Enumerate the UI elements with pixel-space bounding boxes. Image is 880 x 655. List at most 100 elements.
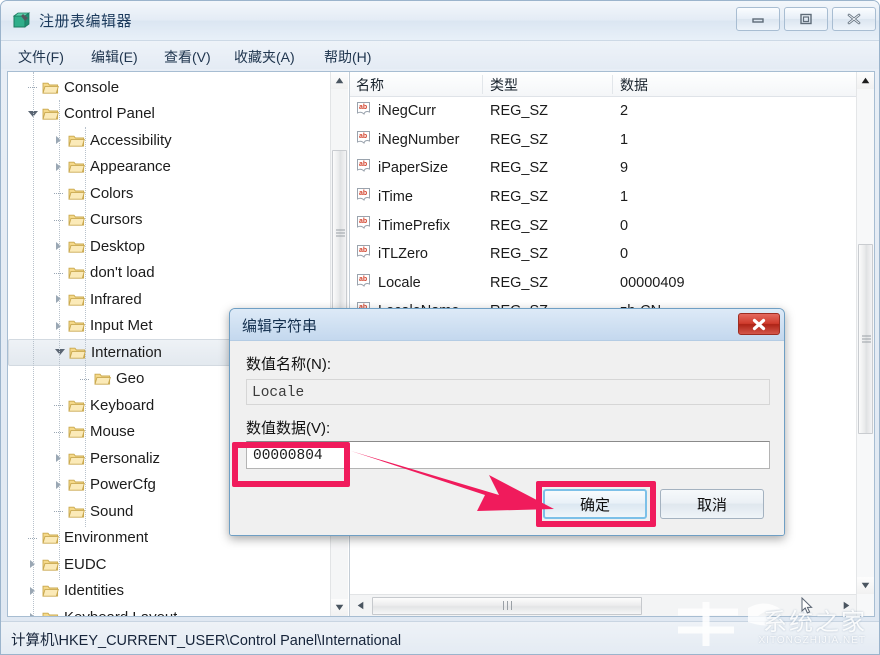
folder-icon <box>68 239 85 254</box>
tree-guide-line <box>85 127 86 527</box>
folder-icon <box>68 212 85 227</box>
cancel-button[interactable]: 取消 <box>660 489 764 519</box>
string-value-icon: ab <box>356 158 373 178</box>
folder-icon <box>68 451 85 466</box>
tree-scroll-down-button[interactable] <box>331 599 348 616</box>
tree-item-console[interactable]: Console <box>8 74 330 101</box>
close-button[interactable] <box>832 7 876 31</box>
tree-item-colors[interactable]: Colors <box>8 180 330 207</box>
column-header-type[interactable]: 类型 <box>490 75 518 95</box>
value-data-field[interactable]: 00000804 <box>246 441 770 469</box>
maximize-button[interactable] <box>784 7 828 31</box>
value-name: iNegNumber <box>378 132 459 148</box>
tree-item-cursors[interactable]: Cursors <box>8 207 330 234</box>
column-header-data[interactable]: 数据 <box>620 75 648 95</box>
menu-view[interactable]: 查看(V) <box>159 45 216 69</box>
table-row[interactable]: abiNegNumberREG_SZ1 <box>350 126 857 155</box>
scroll-grip-icon <box>862 334 871 345</box>
value-data-label: 数值数据(V): <box>246 417 330 438</box>
tree-guide-line <box>33 72 34 616</box>
value-name-field[interactable]: Locale <box>246 379 770 405</box>
folder-icon <box>42 610 59 616</box>
tree-item-label: Input Met <box>90 317 153 334</box>
collapse-arrow-icon[interactable] <box>53 345 67 359</box>
string-value-icon: ab <box>356 158 373 174</box>
value-name: iNegCurr <box>378 103 436 119</box>
registry-editor-icon <box>12 11 32 31</box>
table-row[interactable]: abLocaleREG_SZ00000409 <box>350 269 857 298</box>
dialog-title: 编辑字符串 <box>242 315 317 336</box>
list-vertical-scrollbar[interactable] <box>856 72 874 616</box>
list-horizontal-scrollbar[interactable] <box>350 594 857 616</box>
hscroll-right-button[interactable] <box>838 597 855 614</box>
scroll-grip-icon <box>501 597 513 615</box>
tree-item-appearance[interactable]: Appearance <box>8 154 330 181</box>
folder-icon <box>68 398 85 413</box>
value-data: 1 <box>620 132 628 148</box>
string-value-icon: ab <box>356 273 373 293</box>
tree-item-label: Internation <box>91 344 162 361</box>
value-name-label: 数值名称(N): <box>246 353 331 374</box>
value-name: iTLZero <box>378 246 428 262</box>
value-type: REG_SZ <box>490 103 548 119</box>
list-scroll-up-button[interactable] <box>857 72 874 89</box>
value-name: iTimePrefix <box>378 218 450 234</box>
menu-help[interactable]: 帮助(H) <box>319 45 376 69</box>
svg-text:ab: ab <box>359 161 367 168</box>
hscroll-thumb[interactable] <box>372 597 642 615</box>
folder-icon <box>94 371 111 386</box>
folder-icon <box>68 159 85 174</box>
tree-item-don-t-load[interactable]: don't load <box>8 260 330 287</box>
tree-item-label: Accessibility <box>90 132 172 149</box>
dialog-body: 数值名称(N): Locale 数值数据(V): 00000804 确定 取消 <box>230 341 785 536</box>
value-data: 2 <box>620 103 628 119</box>
menu-favorites[interactable]: 收藏夹(A) <box>229 45 300 69</box>
tree-item-eudc[interactable]: EUDC <box>8 551 330 578</box>
tree-item-label: Infrared <box>90 291 142 308</box>
table-row[interactable]: abiTimePrefixREG_SZ0 <box>350 211 857 240</box>
tree-item-desktop[interactable]: Desktop <box>8 233 330 260</box>
tree-guide-line <box>59 100 60 580</box>
minimize-button[interactable] <box>736 7 780 31</box>
table-row[interactable]: abiTLZeroREG_SZ0 <box>350 240 857 269</box>
tree-scroll-thumb[interactable] <box>332 150 347 315</box>
value-type: REG_SZ <box>490 218 548 234</box>
ok-button[interactable]: 确定 <box>543 489 647 519</box>
svg-text:ab: ab <box>359 247 367 254</box>
menu-file[interactable]: 文件(F) <box>13 45 69 69</box>
tree-scroll-up-button[interactable] <box>331 72 348 89</box>
column-divider[interactable] <box>612 75 613 94</box>
tree-item-label: Control Panel <box>64 105 155 122</box>
value-type: REG_SZ <box>490 189 548 205</box>
tree-item-label: Appearance <box>90 158 171 175</box>
column-divider[interactable] <box>482 75 483 94</box>
folder-icon <box>68 133 85 148</box>
folder-icon <box>69 345 86 360</box>
scroll-grip-icon <box>336 227 345 238</box>
menu-edit[interactable]: 编辑(E) <box>86 45 143 69</box>
table-row[interactable]: abiTimeREG_SZ1 <box>350 183 857 212</box>
table-row[interactable]: ab iNegCurr REG_SZ 2 <box>350 97 857 126</box>
value-data: 1 <box>620 189 628 205</box>
tree-item-identities[interactable]: Identities <box>8 578 330 605</box>
list-scroll-thumb[interactable] <box>858 244 873 434</box>
table-row[interactable]: abiPaperSizeREG_SZ9 <box>350 154 857 183</box>
string-value-icon: ab <box>356 101 373 121</box>
window-titlebar: 注册表编辑器 <box>1 1 880 41</box>
hscroll-left-button[interactable] <box>352 597 369 614</box>
tree-item-accessibility[interactable]: Accessibility <box>8 127 330 154</box>
value-name: iTime <box>378 189 413 205</box>
folder-icon <box>68 265 85 280</box>
tree-item-label: PowerCfg <box>90 476 156 493</box>
folder-icon <box>68 504 85 519</box>
tree-item-label: Identities <box>64 582 124 599</box>
column-header-name[interactable]: 名称 <box>356 75 384 95</box>
tree-item-keyboard-layout[interactable]: Keyboard Layout <box>8 604 330 616</box>
value-type: REG_SZ <box>490 160 548 176</box>
list-scroll-down-button[interactable] <box>857 577 874 594</box>
window-title: 注册表编辑器 <box>39 10 132 31</box>
string-value-icon: ab <box>356 101 373 117</box>
tree-item-control-panel[interactable]: Control Panel <box>8 101 330 128</box>
dialog-close-button[interactable] <box>738 313 780 335</box>
folder-icon <box>42 557 59 572</box>
